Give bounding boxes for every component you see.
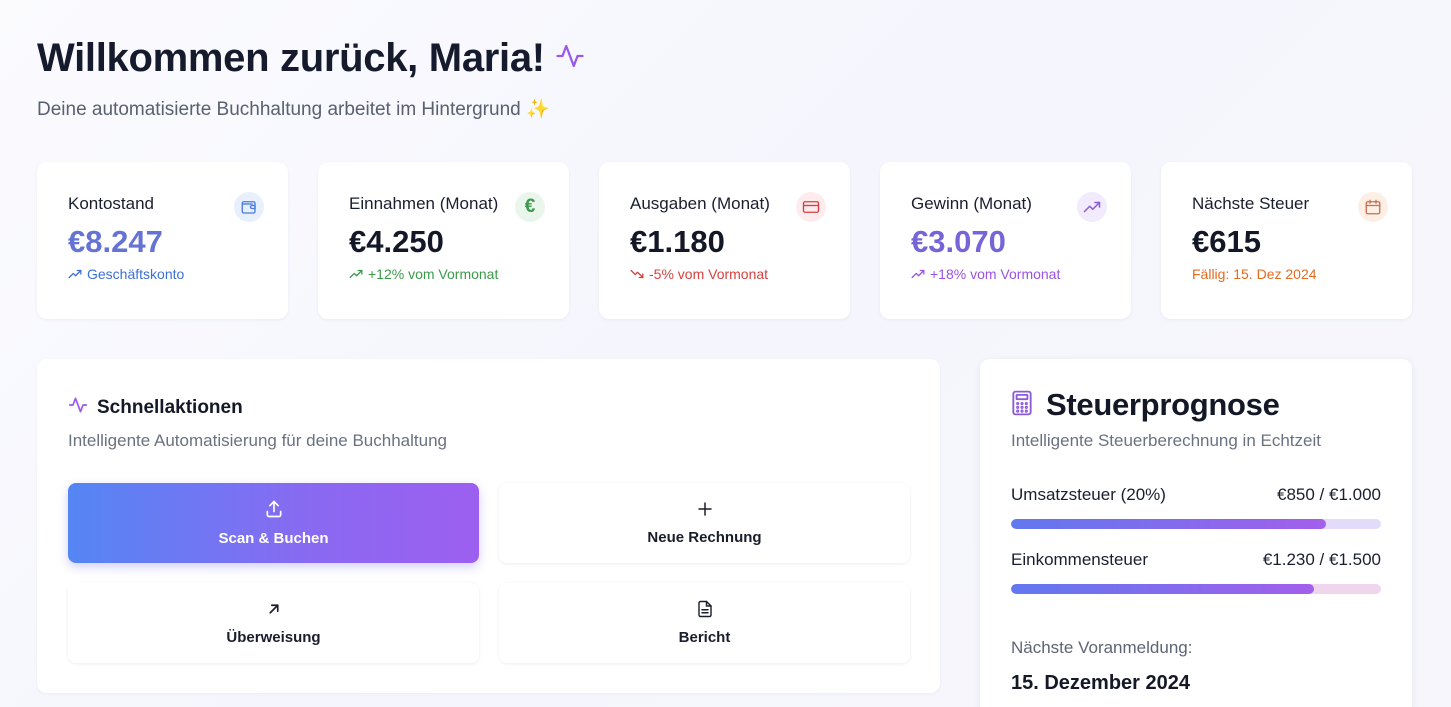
tax-amount: €1.230 / €1.500 bbox=[1262, 550, 1381, 569]
stat-card-expenses[interactable]: Ausgaben (Monat) €1.180 -5% vom Vormonat bbox=[599, 162, 850, 319]
file-text-icon bbox=[697, 600, 712, 618]
trend-up-icon bbox=[1077, 192, 1107, 222]
wallet-icon bbox=[234, 192, 264, 222]
trend-up-icon bbox=[68, 269, 82, 279]
tax-label: Umsatzsteuer (20%) bbox=[1011, 485, 1166, 504]
tax-forecast-panel: Steuerprognose Intelligente Steuerberech… bbox=[980, 359, 1412, 707]
stats-row: Kontostand €8.247 Geschäftskonto Einnahm… bbox=[37, 162, 1412, 319]
calendar-icon bbox=[1358, 192, 1388, 222]
credit-card-icon bbox=[796, 192, 826, 222]
stat-value: €3.070 bbox=[911, 224, 1006, 259]
tax-row-income-tax: Einkommensteuer €1.230 / €1.500 bbox=[1011, 550, 1381, 594]
progress-fill bbox=[1011, 519, 1326, 529]
report-button[interactable]: Bericht bbox=[499, 583, 910, 663]
tax-row-vat: Umsatzsteuer (20%) €850 / €1.000 bbox=[1011, 485, 1381, 529]
stat-label: Ausgaben (Monat) bbox=[630, 194, 770, 213]
stat-value: €8.247 bbox=[68, 224, 163, 259]
stat-card-balance[interactable]: Kontostand €8.247 Geschäftskonto bbox=[37, 162, 288, 319]
quick-actions-title: Schnellaktionen bbox=[97, 396, 243, 418]
stat-sub: +12% vom Vormonat bbox=[349, 266, 538, 282]
page-header: Willkommen zurück, Maria! Deine automati… bbox=[37, 36, 585, 121]
stat-value: €4.250 bbox=[349, 224, 444, 259]
page-subtitle: Deine automatisierte Buchhaltung arbeite… bbox=[37, 99, 550, 120]
tax-amount: €850 / €1.000 bbox=[1277, 485, 1381, 504]
action-label: Scan & Buchen bbox=[218, 530, 329, 547]
activity-icon bbox=[68, 395, 88, 420]
calculator-icon bbox=[1011, 390, 1033, 421]
action-label: Überweisung bbox=[226, 629, 321, 646]
progress-bar bbox=[1011, 584, 1381, 594]
stat-sub: +18% vom Vormonat bbox=[911, 266, 1100, 282]
stat-label: Kontostand bbox=[68, 194, 155, 213]
trend-up-icon bbox=[911, 269, 925, 279]
stat-value: €1.180 bbox=[630, 224, 725, 259]
stat-card-profit[interactable]: Gewinn (Monat) €3.070 +18% vom Vormonat bbox=[880, 162, 1131, 319]
scan-and-book-button[interactable]: Scan & Buchen bbox=[68, 483, 479, 563]
quick-actions-panel: Schnellaktionen Intelligente Automatisie… bbox=[37, 359, 940, 693]
activity-icon bbox=[555, 41, 585, 76]
quick-actions-subtitle: Intelligente Automatisierung für deine B… bbox=[68, 431, 447, 450]
new-invoice-button[interactable]: Neue Rechnung bbox=[499, 483, 910, 563]
progress-fill bbox=[1011, 584, 1315, 594]
tax-forecast-title: Steuerprognose bbox=[1046, 387, 1280, 422]
sparkles-icon: ✨ bbox=[526, 99, 550, 120]
next-filing-date: 15. Dezember 2024 bbox=[1011, 672, 1191, 694]
tax-label: Einkommensteuer bbox=[1011, 550, 1149, 569]
action-label: Neue Rechnung bbox=[647, 529, 762, 546]
stat-label: Nächste Steuer bbox=[1192, 194, 1310, 213]
stat-card-next-tax[interactable]: Nächste Steuer €615 Fällig: 15. Dez 2024 bbox=[1161, 162, 1412, 319]
stat-sub: -5% vom Vormonat bbox=[630, 266, 819, 282]
stat-card-income[interactable]: Einnahmen (Monat) € €4.250 +12% vom Vorm… bbox=[318, 162, 569, 319]
upload-icon bbox=[266, 500, 281, 518]
stat-label: Gewinn (Monat) bbox=[911, 194, 1032, 213]
arrow-up-right-icon bbox=[268, 604, 279, 614]
page-title: Willkommen zurück, Maria! bbox=[37, 36, 545, 80]
stat-sub: Geschäftskonto bbox=[68, 266, 257, 282]
euro-icon: € bbox=[515, 192, 545, 222]
trend-up-icon bbox=[349, 269, 363, 279]
stat-sub: Fällig: 15. Dez 2024 bbox=[1192, 266, 1317, 282]
plus-icon bbox=[697, 502, 712, 516]
action-label: Bericht bbox=[678, 629, 731, 646]
progress-bar bbox=[1011, 519, 1381, 529]
trend-down-icon bbox=[630, 269, 644, 279]
transfer-button[interactable]: Überweisung bbox=[68, 583, 479, 663]
tax-forecast-subtitle: Intelligente Steuerberechnung in Echtzei… bbox=[1011, 431, 1321, 450]
next-filing-label: Nächste Voranmeldung: bbox=[1011, 638, 1193, 657]
stat-value: €615 bbox=[1192, 224, 1261, 259]
stat-label: Einnahmen (Monat) bbox=[349, 194, 499, 213]
